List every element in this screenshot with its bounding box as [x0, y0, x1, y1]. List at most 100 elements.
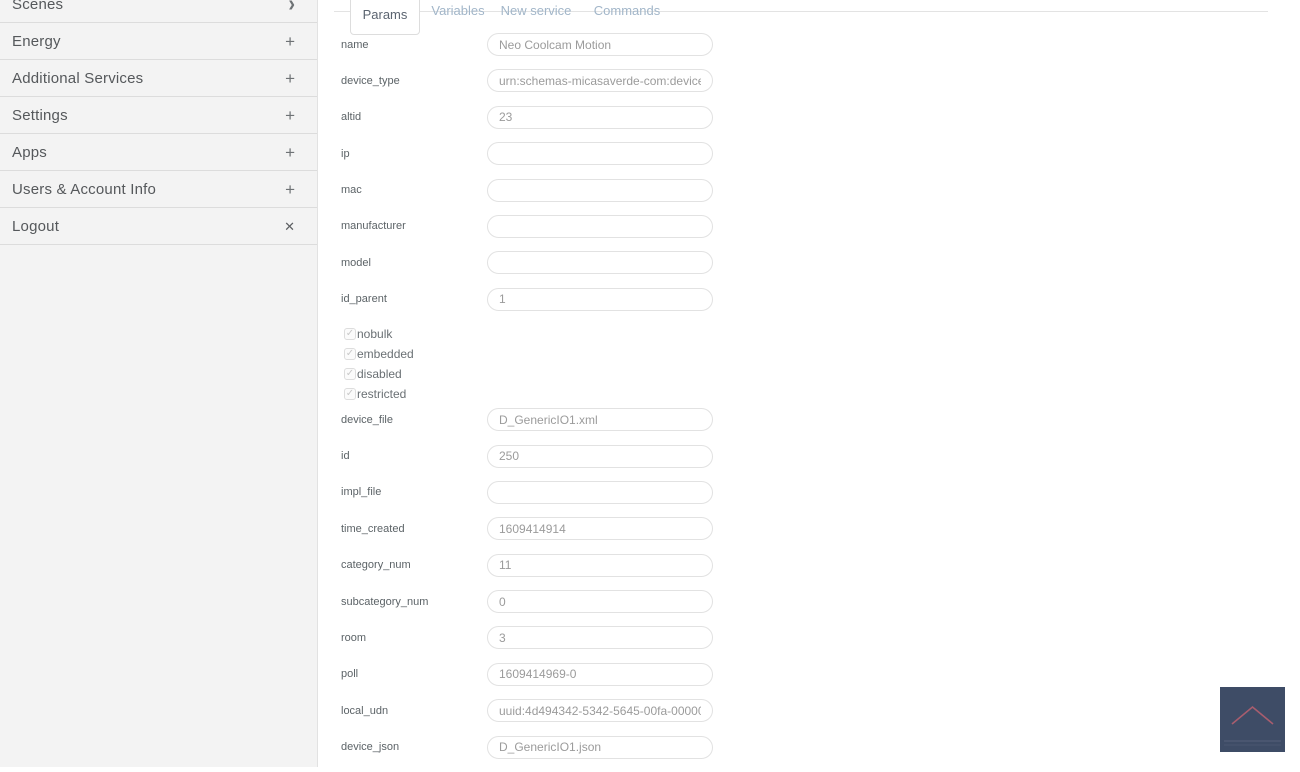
field-label-device-json: device_json — [341, 741, 400, 754]
device-file-field[interactable] — [487, 408, 713, 432]
sidebar-item-apps[interactable]: Apps + — [0, 134, 317, 171]
field-label-ip: ip — [341, 147, 350, 160]
device-json-field[interactable] — [487, 735, 713, 759]
checkbox-label: restricted — [357, 387, 407, 402]
field-label-name: name — [341, 38, 369, 51]
form-row: impl_file — [319, 480, 1300, 504]
tab-params[interactable]: Params — [350, 0, 420, 35]
fields-top: name device_type altid ip mac manufactur… — [319, 33, 1300, 311]
field-label-device-type: device_type — [341, 74, 400, 87]
field-label-local-udn: local_udn — [341, 704, 389, 717]
altid-field[interactable] — [487, 105, 713, 129]
field-label-category-num: category_num — [341, 559, 411, 572]
device-type-field[interactable] — [487, 69, 713, 93]
chevron-up-icon — [1224, 705, 1281, 746]
impl-file-field[interactable] — [487, 480, 713, 504]
sidebar-item-scenes[interactable]: Scenes › — [0, 0, 317, 23]
form-row: poll — [319, 662, 1300, 686]
tab-commands[interactable]: Commands — [594, 3, 660, 18]
checkbox-row-nobulk[interactable]: ✓ nobulk — [344, 324, 1300, 344]
field-label-impl-file: impl_file — [341, 486, 382, 499]
tab-label: Params — [362, 6, 408, 22]
chevron-right-icon: › — [288, 0, 295, 17]
tab-variables[interactable]: Variables — [431, 3, 484, 18]
close-icon: ✕ — [284, 218, 295, 234]
check-icon: ✓ — [345, 367, 355, 379]
form-row: altid — [319, 105, 1300, 129]
form-row: device_type — [319, 69, 1300, 93]
sidebar-item-users-account-info[interactable]: Users & Account Info + — [0, 171, 317, 208]
scroll-to-top-button[interactable] — [1220, 687, 1285, 752]
checkbox-disabled[interactable]: ✓ — [344, 367, 356, 381]
check-icon: ✓ — [345, 327, 355, 339]
time-created-field[interactable] — [487, 517, 713, 541]
checkbox-row-disabled[interactable]: ✓ disabled — [344, 364, 1300, 384]
form-row: id_parent — [319, 287, 1300, 311]
sidebar-item-label: Energy — [12, 32, 61, 50]
form-row: room — [319, 626, 1300, 650]
check-icon: ✓ — [345, 387, 355, 399]
local-udn-field[interactable] — [487, 699, 713, 723]
form-row: mac — [319, 178, 1300, 202]
checkbox-group: ✓ nobulk ✓ embedded ✓ disabled ✓ restric… — [344, 324, 1300, 404]
id-parent-field[interactable] — [487, 287, 713, 311]
sidebar-item-energy[interactable]: Energy + — [0, 23, 317, 60]
sidebar-item-logout[interactable]: Logout ✕ — [0, 208, 317, 245]
form-row: category_num — [319, 553, 1300, 577]
room-field[interactable] — [487, 626, 713, 650]
form-row: time_created — [319, 517, 1300, 541]
form-row: device_json — [319, 735, 1300, 759]
ip-field[interactable] — [487, 142, 713, 166]
manufacturer-field[interactable] — [487, 214, 713, 238]
field-label-manufacturer: manufacturer — [341, 220, 406, 233]
checkbox-row-embedded[interactable]: ✓ embedded — [344, 344, 1300, 364]
field-label-altid: altid — [341, 111, 362, 124]
fields-bottom: device_file id impl_file time_created ca… — [319, 408, 1300, 759]
id-field[interactable] — [487, 444, 713, 468]
sidebar-item-label: Scenes — [12, 0, 64, 13]
checkbox-embedded[interactable]: ✓ — [344, 347, 356, 361]
sidebar-item-additional-services[interactable]: Additional Services + — [0, 60, 317, 97]
main-panel: Params Variables New service Commands na… — [319, 0, 1300, 767]
category-num-field[interactable] — [487, 553, 713, 577]
model-field[interactable] — [487, 251, 713, 275]
plus-icon: + — [285, 179, 295, 199]
sidebar-item-label: Logout — [12, 217, 60, 235]
sidebar-item-settings[interactable]: Settings + — [0, 97, 317, 134]
sidebar-menu: Scenes › Energy + Additional Services + … — [0, 0, 317, 245]
sidebar-item-label: Additional Services — [12, 69, 144, 87]
form-row: manufacturer — [319, 214, 1300, 238]
poll-field[interactable] — [487, 662, 713, 686]
checkbox-nobulk[interactable]: ✓ — [344, 327, 356, 341]
checkbox-row-restricted[interactable]: ✓ restricted — [344, 384, 1300, 404]
checkbox-label: nobulk — [357, 327, 393, 342]
field-label-poll: poll — [341, 668, 359, 681]
subcategory-num-field[interactable] — [487, 590, 713, 614]
field-label-id: id — [341, 450, 350, 463]
sidebar-item-label: Settings — [12, 106, 68, 124]
name-field[interactable] — [487, 33, 713, 56]
field-label-subcategory-num: subcategory_num — [341, 595, 429, 608]
form-row: ip — [319, 142, 1300, 166]
check-icon: ✓ — [345, 347, 355, 359]
form-row: local_udn — [319, 699, 1300, 723]
sidebar: Scenes › Energy + Additional Services + … — [0, 0, 318, 767]
tab-new-service[interactable]: New service — [501, 3, 572, 18]
form-row: subcategory_num — [319, 590, 1300, 614]
sidebar-item-label: Apps — [12, 143, 47, 161]
sidebar-item-label: Users & Account Info — [12, 180, 157, 198]
plus-icon: + — [285, 31, 295, 51]
field-label-device-file: device_file — [341, 413, 393, 426]
form-row: model — [319, 251, 1300, 275]
plus-icon: + — [285, 105, 295, 125]
plus-icon: + — [285, 142, 295, 162]
plus-icon: + — [285, 68, 295, 88]
device-params-form: name device_type altid ip mac manufactur… — [319, 0, 1300, 772]
mac-field[interactable] — [487, 178, 713, 202]
checkbox-restricted[interactable]: ✓ — [344, 387, 356, 401]
field-label-model: model — [341, 256, 371, 269]
form-row: device_file — [319, 408, 1300, 432]
form-row: id — [319, 444, 1300, 468]
checkbox-label: embedded — [357, 347, 414, 362]
field-label-id-parent: id_parent — [341, 293, 387, 306]
